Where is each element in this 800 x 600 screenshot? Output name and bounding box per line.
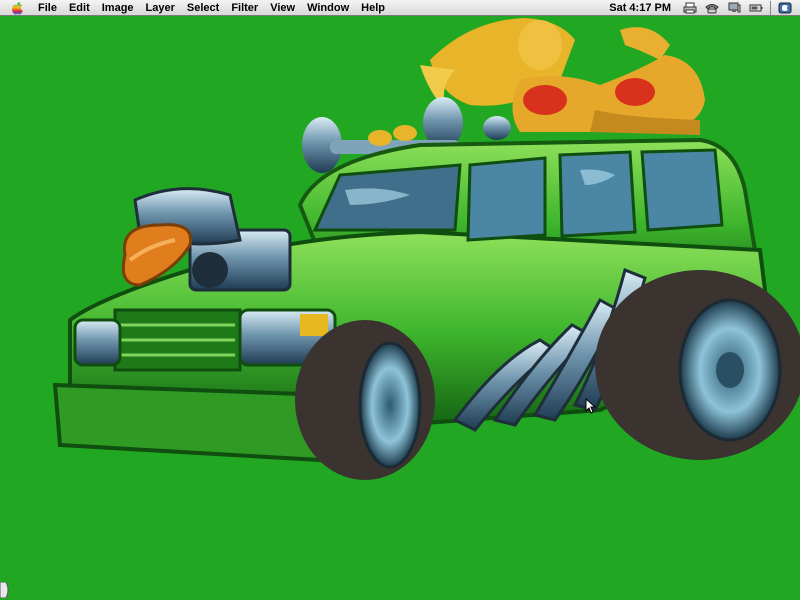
monitor-icon[interactable]	[727, 2, 741, 14]
menu-layer[interactable]: Layer	[140, 0, 181, 16]
menu-file[interactable]: File	[32, 0, 63, 16]
woman-figure	[420, 18, 705, 135]
menu-select[interactable]: Select	[181, 0, 225, 16]
engine-blower	[121, 187, 292, 292]
app-switcher-icon[interactable]	[778, 2, 792, 14]
menu-filter[interactable]: Filter	[225, 0, 264, 16]
rear-wheel	[595, 270, 800, 460]
menu-bar: File Edit Image Layer Select Filter View…	[0, 0, 800, 16]
menubar-divider	[770, 1, 771, 15]
menu-window[interactable]: Window	[301, 0, 355, 16]
menu-edit[interactable]: Edit	[63, 0, 96, 16]
mouse-cursor-icon	[585, 398, 597, 414]
menubar-clock[interactable]: Sat 4:17 PM	[609, 2, 679, 14]
battery-icon[interactable]	[749, 2, 763, 14]
printer-icon[interactable]	[683, 2, 697, 14]
front-wheel	[295, 320, 435, 480]
drawer-tab-icon[interactable]	[0, 582, 10, 598]
apple-menu-icon[interactable]	[10, 1, 24, 15]
hot-rod-artwork	[52, 18, 800, 480]
menu-image[interactable]: Image	[96, 0, 140, 16]
menu-help[interactable]: Help	[355, 0, 391, 16]
menu-view[interactable]: View	[264, 0, 301, 16]
phone-icon[interactable]	[705, 2, 719, 14]
